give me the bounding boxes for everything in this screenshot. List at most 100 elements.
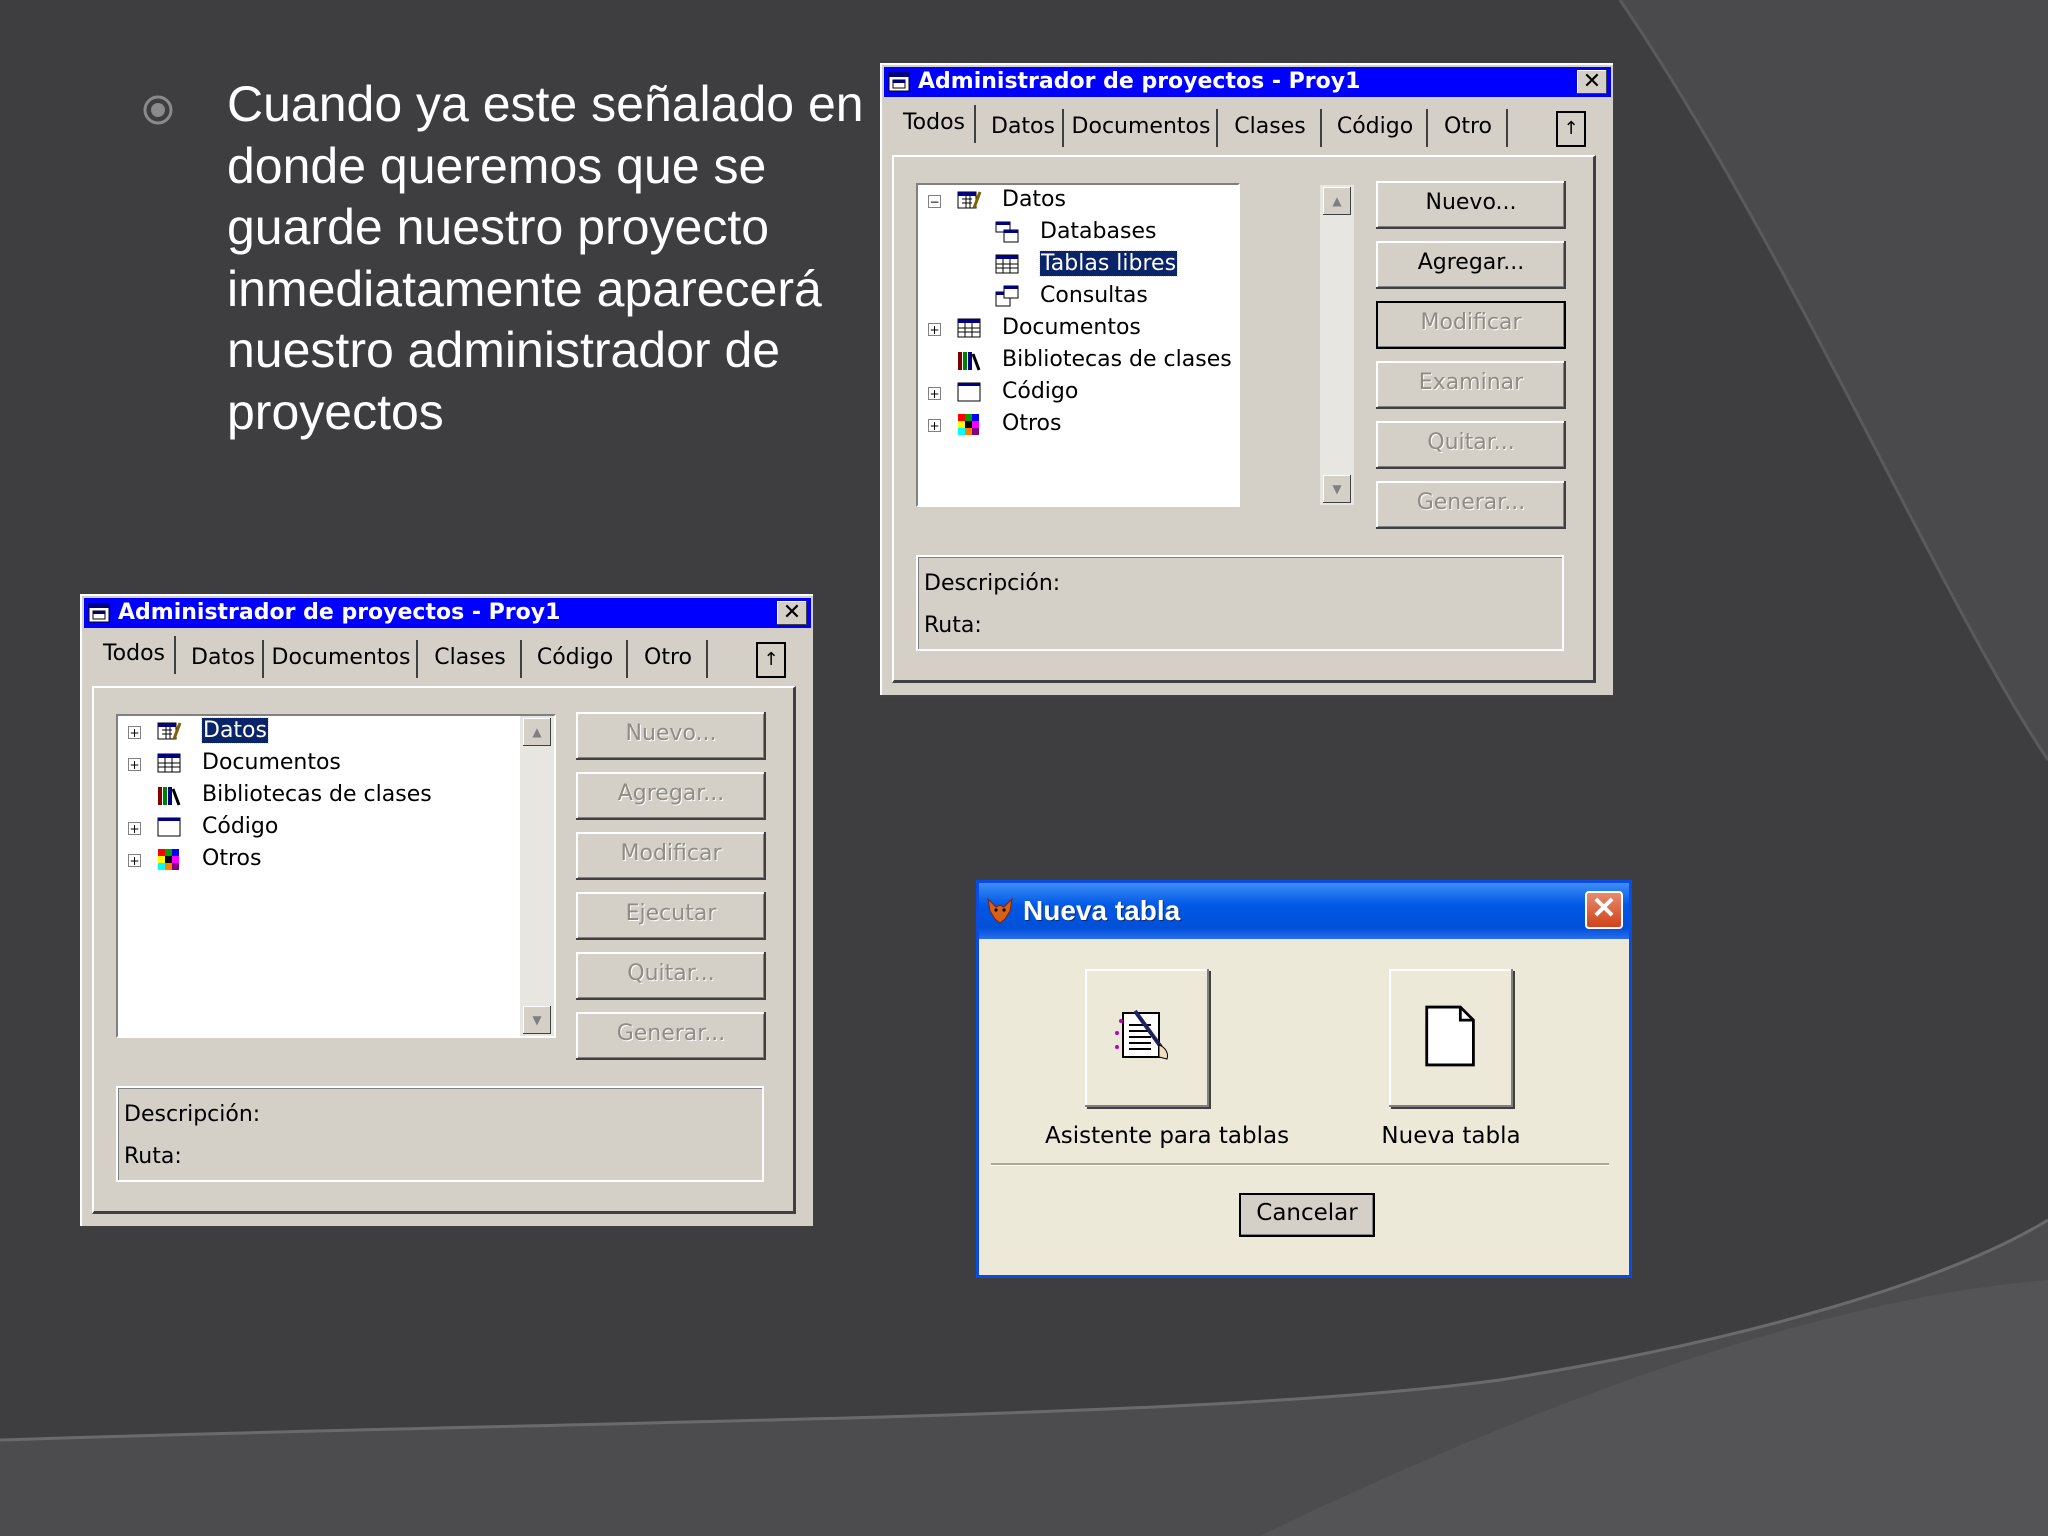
project-icon (888, 72, 910, 92)
close-button[interactable]: ✕ (1585, 891, 1623, 929)
quitar-button[interactable]: Quitar... (1376, 421, 1566, 469)
tree-label: Otros (202, 846, 262, 871)
foxpro-icon (987, 897, 1013, 924)
tree-item-documentos[interactable]: Documentos (202, 748, 341, 778)
examinar-button[interactable]: Examinar (1376, 361, 1566, 409)
wizard-label: Asistente para tablas (1045, 1123, 1290, 1149)
tree-item-datos[interactable]: Datos (201, 716, 269, 746)
class-library-icon (158, 787, 181, 806)
tree-item-codigo[interactable]: Código (202, 812, 278, 842)
tree-item-consultas[interactable]: Consultas (1040, 281, 1148, 311)
modificar-button[interactable]: Modificar (1376, 301, 1566, 349)
expand-toggle[interactable]: + (928, 323, 941, 336)
tree-label: Datos (1002, 187, 1066, 212)
new-table-button[interactable] (1389, 969, 1513, 1107)
close-icon: ✕ (1591, 892, 1617, 925)
others-icon (958, 414, 979, 435)
tab-datos[interactable]: Datos (184, 640, 264, 678)
nuevo-button[interactable]: Nuevo... (1376, 181, 1566, 229)
tab-otro[interactable]: Otro (630, 640, 708, 678)
tree-item-databases[interactable]: Databases (1040, 217, 1156, 247)
expand-toggle[interactable]: + (128, 726, 141, 739)
tab-todos[interactable]: Todos (94, 636, 176, 674)
tree-label: Databases (1040, 219, 1157, 244)
tree-label: Documentos (202, 750, 341, 775)
scroll-up-button[interactable]: ▲ (523, 718, 551, 746)
tree-item-tablas-libres[interactable]: Tablas libres (1038, 249, 1179, 279)
titlebar[interactable]: Administrador de proyectos - Proy1 ✕ (84, 598, 811, 628)
titlebar[interactable]: Nueva tabla ✕ (979, 883, 1629, 939)
close-button[interactable]: ✕ (1577, 70, 1607, 94)
tree-item-otros[interactable]: Otros (202, 844, 261, 874)
tree-label: Otros (1002, 411, 1062, 436)
generar-button[interactable]: Generar... (576, 1012, 766, 1060)
scroll-down-button[interactable]: ▼ (1323, 475, 1351, 503)
description-box: Descripción: Ruta: (916, 555, 1564, 651)
project-tree[interactable]: − Datos Databases Tablas libres Consulta… (916, 183, 1240, 507)
tree-label: Tablas libres (1038, 250, 1179, 277)
tab-clases[interactable]: Clases (420, 640, 522, 678)
scroll-down-button[interactable]: ▼ (523, 1006, 551, 1034)
text-line: guarde nuestro proyecto (227, 199, 770, 255)
query-icon (995, 285, 1019, 307)
tree-label: Código (1002, 379, 1079, 404)
tree-item-bibliotecas[interactable]: Bibliotecas de clases (202, 780, 432, 810)
tree-item-otros[interactable]: Otros (1002, 409, 1061, 439)
quitar-button[interactable]: Quitar... (576, 952, 766, 1000)
scroll-up-button[interactable]: ▲ (1323, 187, 1351, 215)
collapse-arrow-button[interactable]: ↑ (1556, 111, 1586, 147)
expand-toggle[interactable]: + (928, 419, 941, 432)
tab-strip: Todos Datos Documentos Clases Código Otr… (94, 636, 794, 678)
close-icon: ✕ (1582, 69, 1602, 94)
expand-toggle[interactable]: + (128, 758, 141, 771)
slide-body-text: Cuando ya este señalado en donde queremo… (227, 74, 907, 443)
project-tree[interactable]: + Datos + Documentos Bibliotecas de clas… (116, 714, 556, 1038)
tab-otro[interactable]: Otro (1430, 109, 1508, 147)
tab-datos[interactable]: Datos (984, 109, 1064, 147)
table-icon (995, 254, 1019, 274)
agregar-button[interactable]: Agregar... (1376, 241, 1566, 289)
table-wizard-button[interactable] (1085, 969, 1209, 1107)
description-label: Descripción: (924, 571, 1061, 596)
tree-item-datos[interactable]: Datos (1002, 185, 1066, 215)
tree-label: Bibliotecas de clases (202, 782, 432, 807)
collapse-toggle[interactable]: − (928, 195, 941, 208)
agregar-button[interactable]: Agregar... (576, 772, 766, 820)
vertical-scrollbar[interactable]: ▲ ▼ (520, 716, 554, 1036)
modificar-button[interactable]: Modificar (576, 832, 766, 880)
vertical-scrollbar[interactable]: ▲ ▼ (1320, 185, 1354, 505)
close-icon: ✕ (782, 600, 802, 625)
tree-item-codigo[interactable]: Código (1002, 377, 1078, 407)
project-icon (88, 603, 110, 623)
titlebar[interactable]: Administrador de proyectos - Proy1 ✕ (884, 67, 1611, 97)
tab-clases[interactable]: Clases (1220, 109, 1322, 147)
bullet-icon (143, 95, 173, 125)
expand-toggle[interactable]: + (928, 387, 941, 400)
tab-documentos[interactable]: Documentos (1066, 109, 1218, 147)
expand-toggle[interactable]: + (128, 822, 141, 835)
tab-todos[interactable]: Todos (894, 105, 976, 143)
tree-label: Consultas (1040, 283, 1148, 308)
expand-toggle[interactable]: + (128, 854, 141, 867)
text-line: inmediatamente aparecerá (227, 260, 822, 317)
project-manager-window: Administrador de proyectos - Proy1 ✕ Tod… (80, 594, 815, 1228)
tab-codigo[interactable]: Código (1324, 109, 1428, 147)
text-line: donde queremos que se (227, 137, 767, 194)
collapse-arrow-button[interactable]: ↑ (756, 642, 786, 678)
nuevo-button[interactable]: Nuevo... (576, 712, 766, 760)
ejecutar-button[interactable]: Ejecutar (576, 892, 766, 940)
documents-icon (157, 753, 181, 773)
close-button[interactable]: ✕ (777, 601, 807, 625)
code-icon (157, 817, 181, 837)
tree-label: Documentos (1002, 315, 1141, 340)
code-icon (957, 382, 981, 402)
tree-item-bibliotecas[interactable]: Bibliotecas de clases (1002, 345, 1232, 375)
tree-label: Código (202, 814, 279, 839)
tab-codigo[interactable]: Código (524, 640, 628, 678)
tab-documentos[interactable]: Documentos (266, 640, 418, 678)
tab-strip: Todos Datos Documentos Clases Código Otr… (894, 105, 1594, 147)
tree-item-documentos[interactable]: Documentos (1002, 313, 1141, 343)
cancel-button[interactable]: Cancelar (1239, 1193, 1375, 1237)
new-table-dialog: Nueva tabla ✕ Asistente para tablas Nuev… (976, 880, 1632, 1278)
generar-button[interactable]: Generar... (1376, 481, 1566, 529)
